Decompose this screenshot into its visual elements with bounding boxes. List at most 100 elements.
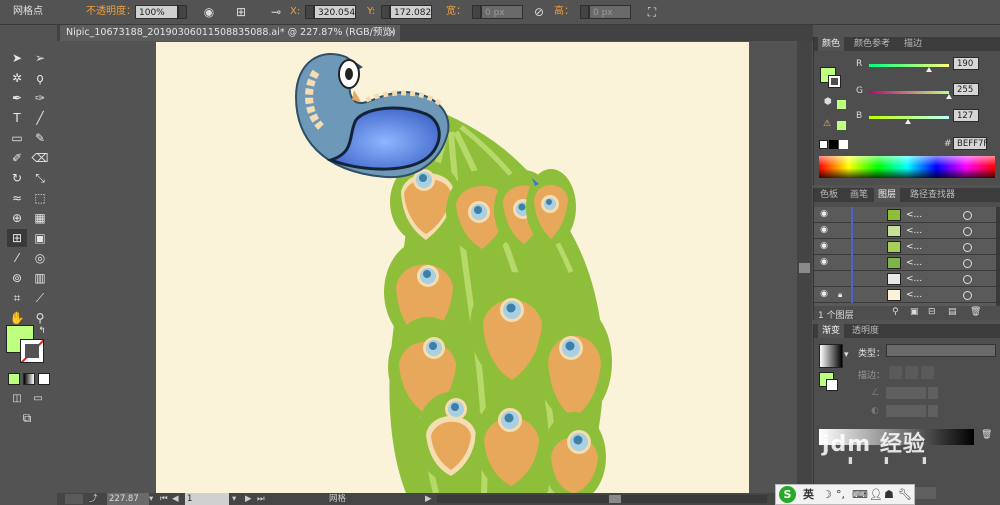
artboard-tool-icon[interactable]: ⌗	[7, 289, 27, 307]
angle-input[interactable]	[886, 387, 926, 399]
gradient-stop-marker[interactable]: ▮	[848, 456, 853, 466]
b-input[interactable]: 127	[953, 109, 979, 122]
eyedropper-tool-icon[interactable]: ⁄	[7, 249, 27, 267]
gradient-stroke-swatch[interactable]	[826, 379, 838, 391]
lock-icon[interactable]: 🔒︎	[838, 289, 847, 300]
recolor-icon[interactable]: ◉	[201, 4, 217, 20]
stroke-option-2[interactable]	[905, 366, 918, 379]
r-slider[interactable]	[869, 64, 949, 67]
layers-scrollbar[interactable]	[996, 207, 1000, 306]
type-tool-icon[interactable]: T	[7, 109, 27, 127]
align-icon[interactable]: ⊸	[268, 4, 284, 20]
new-layer-icon[interactable]: ▤	[948, 307, 957, 317]
first-page-icon[interactable]: ⏮	[160, 493, 168, 505]
free-transform-tool-icon[interactable]: ⬚	[30, 189, 50, 207]
stroke-swatch[interactable]	[20, 339, 44, 363]
angle-dropdown[interactable]	[928, 387, 938, 399]
document-tab[interactable]: Nipic_10673188_20190306011508835088.ai* …	[60, 25, 400, 41]
keyboard-icon[interactable]: ⌨	[852, 485, 868, 504]
new-sublayer-icon[interactable]: ⊟	[928, 307, 936, 317]
clipping-mask-icon[interactable]: ▣	[910, 307, 919, 317]
magic-wand-tool-icon[interactable]: ✲	[7, 69, 27, 87]
layer-row[interactable]: ◉ <...	[814, 207, 997, 223]
close-tab-icon[interactable]: ×	[388, 25, 396, 41]
tab-gradient[interactable]: 渐变	[818, 324, 845, 338]
scale-tool-icon[interactable]: ⤡	[30, 169, 50, 187]
black-swatch[interactable]	[829, 140, 838, 149]
layer-row[interactable]: ◉ <...	[814, 239, 997, 255]
vertical-scrollbar[interactable]	[797, 41, 812, 493]
page-input[interactable]: 1	[185, 493, 229, 505]
pencil-tool-icon[interactable]: ✐	[7, 149, 27, 167]
line-tool-icon[interactable]: ╱	[30, 109, 50, 127]
opacity-label[interactable]: 不透明度：	[86, 0, 136, 24]
layer-name[interactable]: <...	[906, 271, 922, 287]
curvature-tool-icon[interactable]: ✑	[30, 89, 50, 107]
target-circle-icon[interactable]	[963, 291, 972, 300]
g-input[interactable]: 255	[953, 83, 979, 96]
gradient-dropdown-icon[interactable]: ▾	[844, 350, 849, 360]
opacity-input[interactable]: 100%	[135, 5, 178, 19]
skin-icon[interactable]: ☗	[884, 485, 894, 504]
change-screen-mode-icon[interactable]: ⧉	[17, 409, 37, 427]
tab-brushes[interactable]: 画笔	[846, 188, 872, 202]
transform-grid-icon[interactable]: ⊞	[233, 4, 249, 20]
gamut-swatch[interactable]	[837, 100, 846, 109]
eraser-tool-icon[interactable]: ⌫	[30, 149, 50, 167]
next-page-icon[interactable]: ▶	[245, 493, 252, 505]
opacity-dropdown-button[interactable]	[178, 5, 187, 19]
tab-pathfinder[interactable]: 路径查找器	[906, 188, 959, 202]
paintbrush-tool-icon[interactable]: ✎	[30, 129, 50, 147]
delete-stop-icon[interactable]: 🗑︎	[981, 430, 992, 440]
visibility-eye-icon[interactable]: ◉	[818, 289, 830, 300]
tab-color[interactable]: 颜色	[818, 37, 845, 51]
target-circle-icon[interactable]	[963, 243, 972, 252]
artboard-nav-icon[interactable]	[65, 494, 83, 504]
target-circle-icon[interactable]	[963, 211, 972, 220]
out-of-gamut-icon[interactable]: ⬢	[824, 97, 832, 107]
share-icon[interactable]: ⤴	[89, 493, 98, 505]
tab-color-guide[interactable]: 颜色参考	[850, 37, 894, 51]
punctuation-icon[interactable]: °,	[836, 485, 845, 504]
horizontal-scroll-thumb[interactable]	[609, 495, 621, 503]
tab-stroke[interactable]: 描边	[900, 37, 926, 51]
white-swatch[interactable]	[839, 140, 848, 149]
color-mode-icon[interactable]	[8, 373, 20, 385]
width-input[interactable]: 0 px	[481, 5, 523, 19]
locate-object-icon[interactable]: ⚲	[892, 307, 899, 317]
visibility-eye-icon[interactable]: ◉	[818, 209, 830, 220]
layer-name[interactable]: <...	[906, 207, 922, 223]
settings-wrench-icon[interactable]: 🔧︎	[898, 485, 912, 504]
target-circle-icon[interactable]	[963, 275, 972, 284]
web-safe-swatch[interactable]	[837, 121, 846, 130]
ime-language-toggle[interactable]: 英	[803, 485, 814, 504]
lasso-tool-icon[interactable]: ϙ	[30, 69, 50, 87]
layer-name[interactable]: <...	[906, 255, 922, 271]
gradient-tool-icon[interactable]: ▣	[30, 229, 50, 247]
none-mode-icon[interactable]	[38, 373, 50, 385]
slice-tool-icon[interactable]: ⟋	[30, 289, 50, 307]
tab-swatches[interactable]: 色板	[816, 188, 842, 202]
layer-name[interactable]: <...	[906, 239, 922, 255]
hex-input[interactable]: BEFF7F	[953, 137, 988, 150]
status-menu-icon[interactable]: ▶	[425, 493, 432, 505]
zoom-dropdown-icon[interactable]: ▾	[149, 493, 153, 505]
rectangle-tool-icon[interactable]: ▭	[7, 129, 27, 147]
layer-row[interactable]: <...	[814, 271, 997, 287]
gradient-type-select[interactable]	[886, 344, 996, 357]
layer-row[interactable]: ◉ 🔒︎ <...	[814, 287, 997, 303]
panel-stroke-swatch[interactable]	[828, 75, 841, 88]
stroke-option-1[interactable]	[889, 366, 902, 379]
page-dropdown-icon[interactable]: ▾	[232, 493, 236, 505]
g-slider-thumb[interactable]	[946, 94, 952, 99]
pen-tool-icon[interactable]: ✒	[7, 89, 27, 107]
visibility-eye-icon[interactable]: ◉	[818, 257, 830, 268]
y-stepper[interactable]	[381, 5, 390, 19]
perspective-grid-tool-icon[interactable]: ▦	[30, 209, 50, 227]
height-input[interactable]: 0 px	[589, 5, 631, 19]
width-stepper[interactable]	[472, 5, 481, 19]
swap-fill-stroke-icon[interactable]: ↰	[37, 322, 47, 340]
rotate-tool-icon[interactable]: ↻	[7, 169, 27, 187]
direct-selection-tool-icon[interactable]: ➢	[30, 49, 50, 67]
link-proportions-icon[interactable]: ⊘	[531, 4, 547, 20]
